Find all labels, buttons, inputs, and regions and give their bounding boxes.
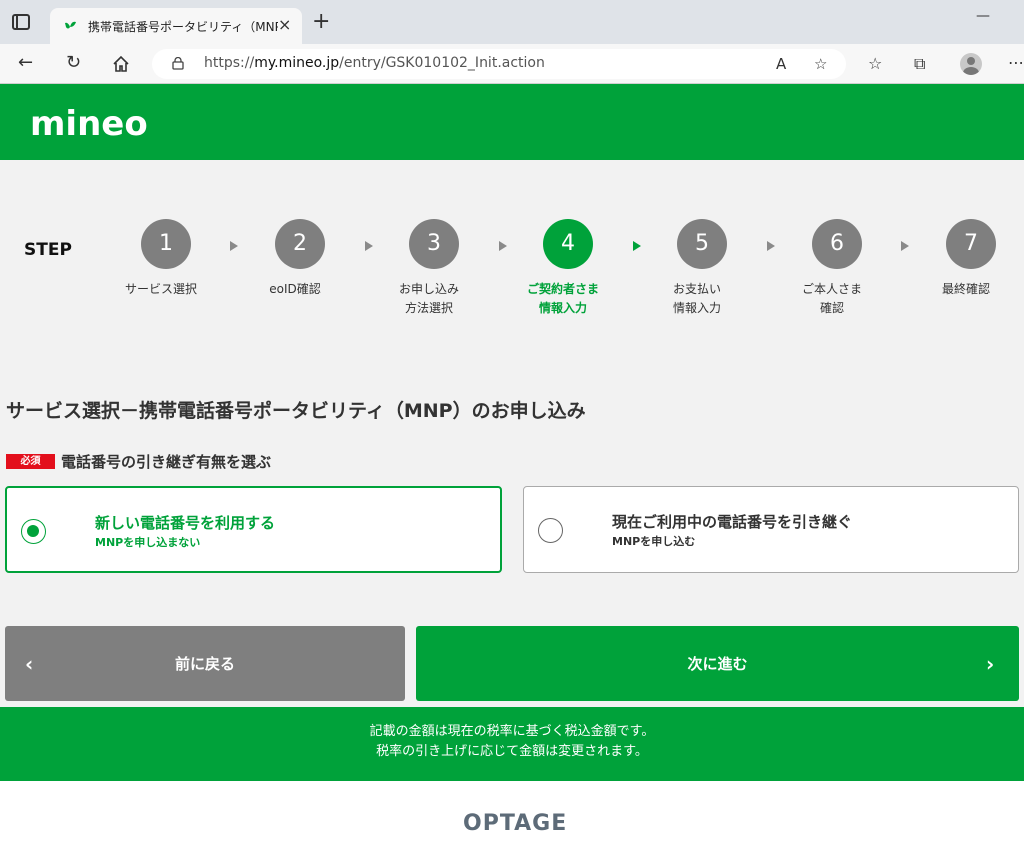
back-arrow-icon[interactable]: ← <box>18 52 33 74</box>
step-label: STEP <box>24 240 72 260</box>
step-1-circle: 1 <box>141 219 191 269</box>
next-button-label: 次に進む <box>687 655 748 673</box>
mineo-logo[interactable]: mineo <box>30 104 148 144</box>
tax-note-line1: 記載の金額は現在の税率に基づく税込金額です。 <box>369 724 655 739</box>
step-7-label: 最終確認 <box>906 280 1024 299</box>
url-text: https://my.mineo.jp/entry/GSK010102_Init… <box>204 55 545 71</box>
url-path: /entry/GSK010102_Init.action <box>339 55 545 71</box>
chevron-right-icon: › <box>986 652 995 676</box>
address-bar[interactable]: https://my.mineo.jp/entry/GSK010102_Init… <box>152 49 846 79</box>
step-4-circle: 4 <box>543 219 593 269</box>
tax-note: 記載の金額は現在の税率に基づく税込金額です。 税率の引き上げに応じて金額は変更さ… <box>0 707 1024 781</box>
tab-actions-icon[interactable] <box>12 14 30 30</box>
option-title: 現在ご利用中の電話番号を引き継ぐ <box>612 513 853 531</box>
radio-button-unchecked[interactable] <box>538 518 563 543</box>
site-header: mineo <box>0 84 1024 160</box>
browser-tab[interactable]: 携帯電話番号ポータビリティ（MNP） × <box>50 8 302 44</box>
step-1-label: サービス選択 <box>101 280 221 299</box>
collections-icon[interactable]: ⧉ <box>914 54 925 74</box>
step-7-circle: 7 <box>946 219 996 269</box>
step-7-label-line1: 最終確認 <box>941 282 990 296</box>
step-1-label-line1: サービス選択 <box>124 282 197 296</box>
back-button-label: 前に戻る <box>174 655 235 673</box>
window-minimize-icon[interactable]: — <box>976 8 990 24</box>
optage-logo[interactable]: OPTAGE <box>463 811 567 836</box>
step-2-circle: 2 <box>275 219 325 269</box>
step-3-circle: 3 <box>409 219 459 269</box>
step-arrow-icon <box>365 241 373 251</box>
lock-icon[interactable] <box>172 57 184 70</box>
url-prefix: https:// <box>204 55 255 71</box>
tab-close-icon[interactable]: × <box>278 15 291 34</box>
back-button[interactable]: ‹ 前に戻る <box>5 626 405 701</box>
step-arrow-icon <box>633 241 641 251</box>
step-3-label-line2: 方法選択 <box>404 301 453 315</box>
step-6-label-line1: ご本人さま <box>801 282 862 296</box>
more-icon[interactable]: ⋯ <box>1008 53 1024 72</box>
step-5-circle: 5 <box>677 219 727 269</box>
page-title: サービス選択－携帯電話番号ポータビリティ（MNP）のお申し込み <box>6 400 586 422</box>
option-keep-number[interactable]: 現在ご利用中の電話番号を引き継ぐ MNPを申し込む <box>523 486 1019 573</box>
step-arrow-icon <box>230 241 238 251</box>
step-4-label-line2: 情報入力 <box>538 301 587 315</box>
step-2-label-line1: eoID確認 <box>269 282 321 296</box>
required-badge: 必須 <box>6 454 55 469</box>
option-subtitle: MNPを申し込む <box>612 535 696 548</box>
add-favorite-icon[interactable]: ☆ <box>814 55 827 73</box>
step-3-label: お申し込み 方法選択 <box>369 280 489 318</box>
option-title: 新しい電話番号を利用する <box>95 514 276 532</box>
home-icon[interactable] <box>112 55 130 73</box>
step-2-label: eoID確認 <box>235 280 355 299</box>
read-aloud-icon[interactable]: A <box>776 55 786 73</box>
step-5-label: お支払い 情報入力 <box>637 280 757 318</box>
step-4-label-line1: ご契約者さま <box>526 282 599 296</box>
next-button[interactable]: 次に進む › <box>416 626 1019 701</box>
browser-toolbar: ← ↻ https://my.mineo.jp/entry/GSK010102_… <box>0 44 1024 84</box>
radio-dot <box>27 525 39 537</box>
step-5-label-line2: 情報入力 <box>672 301 721 315</box>
favorites-icon[interactable]: ☆ <box>868 54 882 73</box>
step-arrow-icon <box>499 241 507 251</box>
step-3-label-line1: お申し込み <box>398 282 459 296</box>
option-subtitle: MNPを申し込まない <box>95 536 201 549</box>
radio-button-checked[interactable] <box>21 519 46 544</box>
mineo-favicon-icon <box>65 21 76 29</box>
new-tab-icon[interactable]: + <box>312 11 330 33</box>
browser-tab-bar: 携帯電話番号ポータビリティ（MNP） × + — <box>0 0 1024 44</box>
step-arrow-icon <box>767 241 775 251</box>
step-arrow-icon <box>901 241 909 251</box>
step-6-label-line2: 確認 <box>819 301 844 315</box>
url-host: my.mineo.jp <box>254 55 340 71</box>
profile-avatar[interactable] <box>960 53 982 75</box>
footer: OPTAGE <box>0 781 1024 847</box>
tab-title: 携帯電話番号ポータビリティ（MNP） <box>88 20 278 34</box>
step-6-label: ご本人さま 確認 <box>772 280 892 318</box>
refresh-icon[interactable]: ↻ <box>66 52 81 74</box>
tax-note-line2: 税率の引き上げに応じて金額は変更されます。 <box>376 744 648 759</box>
step-5-label-line1: お支払い <box>672 282 721 296</box>
step-4-label: ご契約者さま 情報入力 <box>503 280 623 318</box>
option-new-number[interactable]: 新しい電話番号を利用する MNPを申し込まない <box>5 486 502 573</box>
step-6-circle: 6 <box>812 219 862 269</box>
section-label: 電話番号の引き継ぎ有無を選ぶ <box>61 453 272 471</box>
